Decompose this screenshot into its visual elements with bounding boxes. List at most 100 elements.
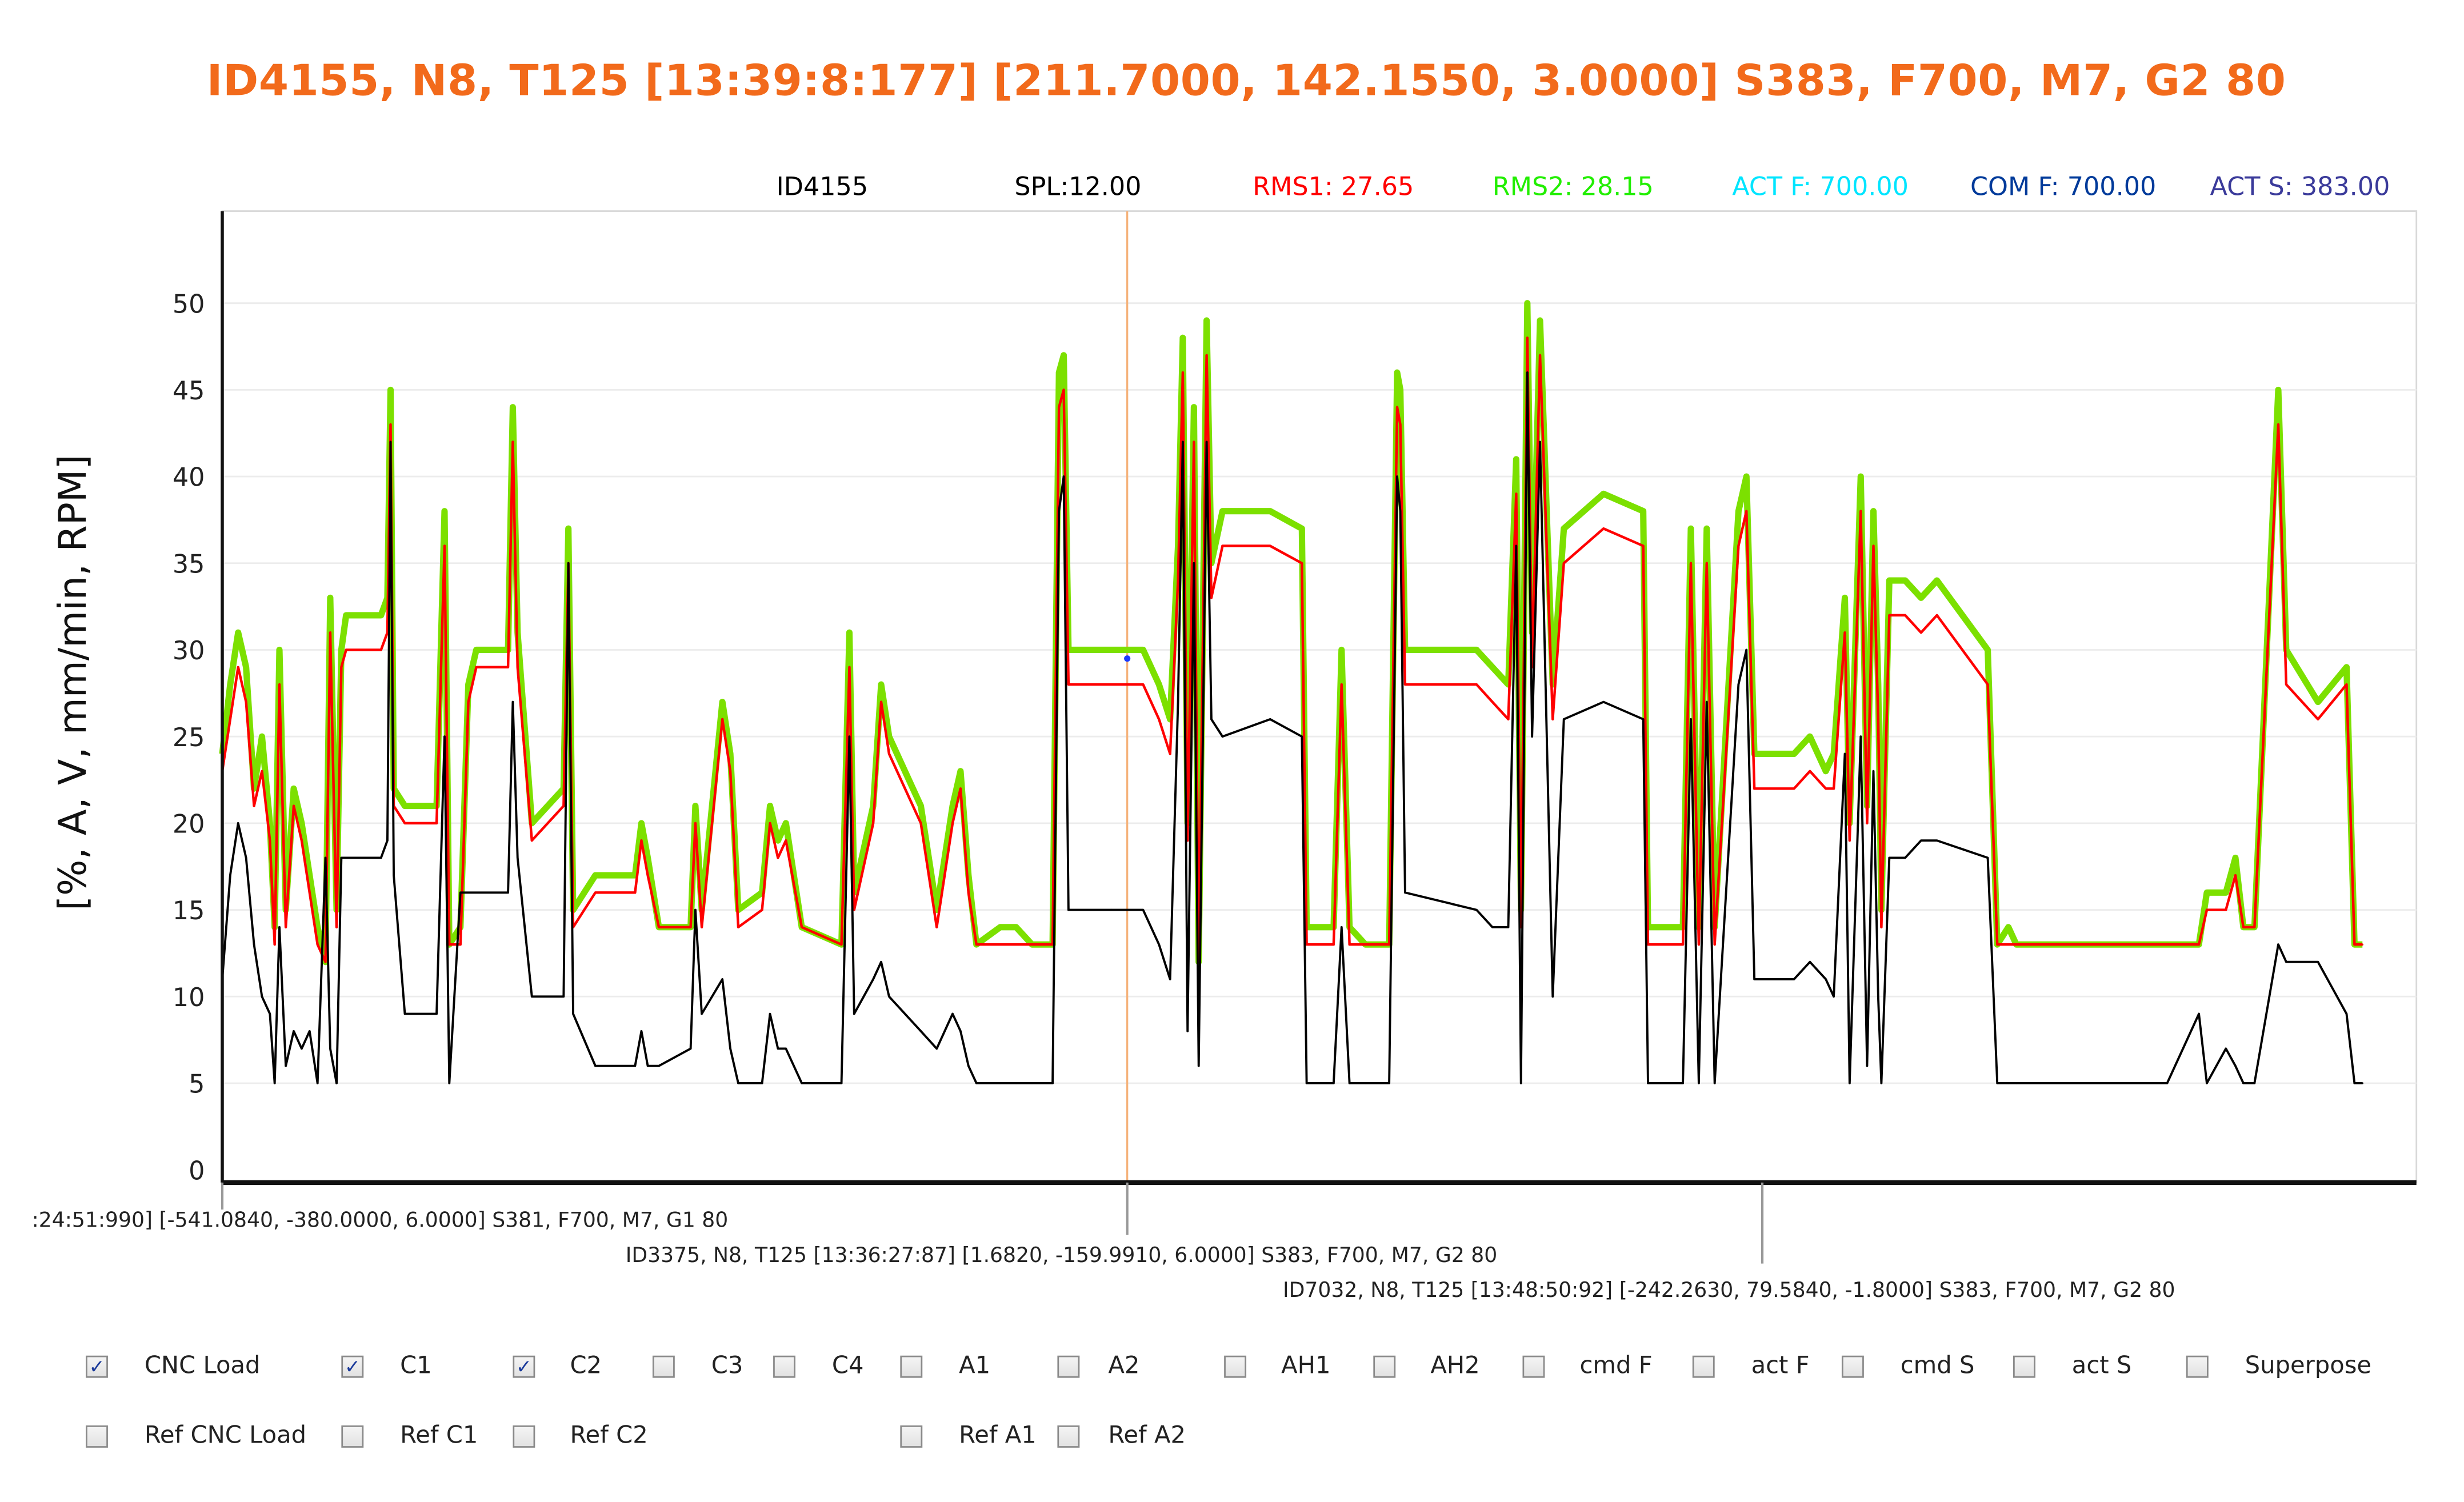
data-point — [1158, 718, 1160, 720]
checkbox-act-s[interactable] — [2013, 1355, 2035, 1378]
checkbox-label[interactable]: AH2 — [1430, 1351, 1479, 1379]
checkbox-a2[interactable] — [1057, 1355, 1080, 1378]
checkbox-label[interactable]: cmd S — [1901, 1351, 1975, 1379]
checkbox-a1[interactable] — [900, 1355, 923, 1378]
y-tick-label: 25 — [173, 723, 205, 752]
data-point — [1193, 406, 1195, 408]
data-point — [1221, 735, 1224, 738]
checkbox-act-f[interactable] — [1692, 1355, 1715, 1378]
checkbox-label[interactable]: A2 — [1108, 1351, 1139, 1379]
data-point — [1737, 510, 1740, 512]
checkbox-c1[interactable]: ✓ — [341, 1355, 364, 1378]
checkbox-cmd-s[interactable] — [1841, 1355, 1864, 1378]
checkbox-ref-cnc-load[interactable] — [86, 1425, 108, 1448]
data-point — [403, 822, 406, 824]
data-point — [278, 648, 281, 651]
data-point — [278, 926, 281, 928]
data-point — [448, 1082, 450, 1084]
data-point — [1491, 926, 1494, 928]
data-point — [1305, 943, 1308, 946]
checkbox-cmd-f[interactable] — [1522, 1355, 1545, 1378]
data-point — [634, 891, 637, 894]
checkbox-label[interactable]: act F — [1751, 1351, 1810, 1379]
data-point — [237, 631, 239, 634]
data-point — [1031, 943, 1033, 946]
data-point — [951, 804, 954, 807]
data-point — [1158, 683, 1160, 686]
checkbox-label[interactable]: Superpose — [2245, 1351, 2371, 1379]
data-point — [777, 1047, 779, 1050]
data-point — [1872, 770, 1875, 772]
data-point — [1859, 735, 1862, 738]
data-point — [1602, 700, 1605, 703]
checkbox-superpose[interactable] — [2186, 1355, 2209, 1378]
checkbox-label[interactable]: C2 — [570, 1351, 602, 1379]
data-point — [1745, 475, 1747, 478]
checkbox-ref-c1[interactable] — [341, 1425, 364, 1448]
data-point — [507, 666, 509, 668]
checkbox-label[interactable]: C1 — [400, 1351, 432, 1379]
data-point — [1793, 787, 1795, 790]
data-point — [475, 648, 478, 651]
checkbox-cnc-load[interactable]: ✓ — [86, 1355, 108, 1378]
plot-area[interactable]: 0 5 10 15 20 25 30 35 40 45 50 — [0, 0, 2464, 1501]
data-point — [2317, 718, 2319, 720]
checkbox-label[interactable]: Ref C1 — [400, 1421, 478, 1449]
y-tick-label: 50 — [173, 290, 205, 319]
data-point — [459, 891, 462, 894]
data-point — [1221, 544, 1224, 547]
data-point — [1920, 839, 1922, 842]
data-point — [301, 1047, 303, 1050]
checkbox-label[interactable]: Ref A2 — [1108, 1421, 1186, 1449]
checkbox-label[interactable]: act S — [2072, 1351, 2132, 1379]
data-point — [261, 995, 263, 998]
data-point — [1158, 943, 1160, 946]
checkbox-label[interactable]: Ref C2 — [570, 1421, 647, 1449]
data-point — [1698, 1082, 1700, 1084]
data-point — [253, 943, 255, 946]
checkbox-label[interactable]: Ref A1 — [959, 1421, 1037, 1449]
checkbox-label[interactable]: C4 — [832, 1351, 864, 1379]
data-point — [721, 978, 723, 980]
checkbox-ref-a2[interactable] — [1057, 1425, 1080, 1448]
checkbox-ah2[interactable] — [1373, 1355, 1396, 1378]
checkbox-c2[interactable]: ✓ — [513, 1355, 535, 1378]
data-point — [729, 1047, 731, 1050]
checkbox-label[interactable]: CNC Load — [145, 1351, 261, 1379]
data-point — [1031, 1082, 1033, 1084]
data-point — [1110, 648, 1113, 651]
data-point — [562, 804, 565, 807]
data-point — [2353, 943, 2356, 946]
checkbox-c4[interactable] — [773, 1355, 795, 1378]
checkbox-ref-c2[interactable] — [513, 1425, 535, 1448]
data-point — [1690, 562, 1692, 564]
data-point — [273, 1082, 276, 1084]
checkbox-label[interactable]: C3 — [711, 1351, 743, 1379]
data-point — [1888, 614, 1890, 616]
checkbox-c3[interactable] — [652, 1355, 675, 1378]
data-point — [1186, 1030, 1189, 1032]
data-point — [1475, 683, 1478, 686]
data-point — [1348, 1082, 1351, 1084]
data-point — [2361, 943, 2363, 946]
data-point — [1872, 544, 1875, 547]
data-point — [1642, 510, 1645, 512]
checkbox-ref-a1[interactable] — [900, 1425, 923, 1448]
data-point — [951, 1012, 954, 1015]
checkbox-ah1[interactable] — [1224, 1355, 1247, 1378]
data-point — [531, 839, 533, 842]
data-point — [769, 804, 771, 807]
data-point — [2007, 926, 2010, 928]
data-point — [2242, 926, 2245, 928]
checkbox-label[interactable]: Ref CNC Load — [145, 1421, 306, 1449]
data-point — [1062, 475, 1065, 478]
data-point — [1142, 683, 1145, 686]
data-point — [2277, 423, 2279, 426]
data-point — [1880, 1082, 1883, 1084]
data-point — [531, 995, 533, 998]
checkbox-label[interactable]: cmd F — [1580, 1351, 1653, 1379]
data-point — [301, 839, 303, 842]
checkbox-label[interactable]: AH1 — [1281, 1351, 1330, 1379]
checkbox-label[interactable]: A1 — [959, 1351, 990, 1379]
data-point — [1859, 475, 1862, 478]
